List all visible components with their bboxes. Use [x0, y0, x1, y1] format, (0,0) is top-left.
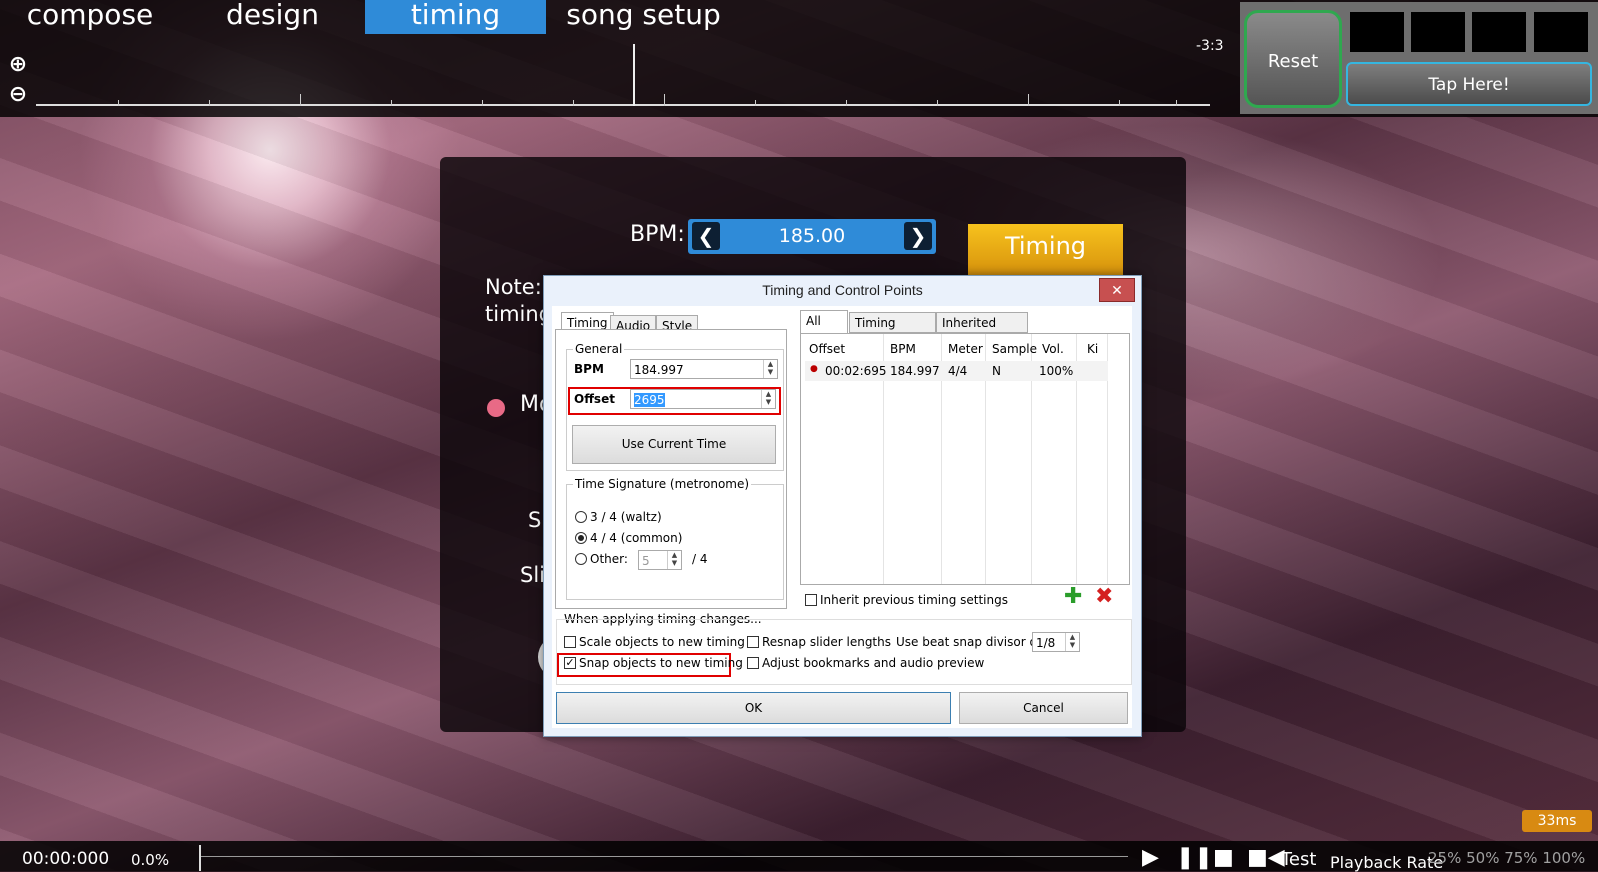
- current-time: 00:00:000: [22, 849, 110, 869]
- add-point-icon[interactable]: ✚: [1064, 586, 1082, 608]
- radio-waltz-label: 3 / 4 (waltz): [590, 510, 662, 524]
- chevron-right-icon[interactable]: ❯: [904, 222, 932, 250]
- radio-waltz[interactable]: [575, 511, 587, 523]
- table-row[interactable]: ● 00:02:695 184.997 4/4 N 100%: [805, 361, 1108, 381]
- radio-common[interactable]: [575, 532, 587, 544]
- tap-indicator-4: [1534, 12, 1588, 52]
- offset-field-label: Offset: [574, 392, 615, 406]
- use-current-time-button[interactable]: Use Current Time: [572, 425, 776, 464]
- dialog-title: Timing and Control Points: [762, 282, 923, 298]
- resnap-label: Resnap slider lengths: [762, 635, 891, 649]
- row-meter: 4/4: [948, 364, 968, 378]
- time-signature-label: Time Signature (metronome): [573, 477, 752, 491]
- latency-badge: 33ms: [1522, 810, 1592, 832]
- beat-snap-spinner-icon[interactable]: ▲ ▼: [1065, 633, 1079, 651]
- tap-indicator-1: [1350, 12, 1404, 52]
- row-bpm: 184.997: [890, 364, 940, 378]
- cancel-button[interactable]: Cancel: [959, 692, 1128, 724]
- note-line-1: Note:: [485, 275, 542, 299]
- close-icon[interactable]: ✕: [1099, 278, 1135, 302]
- beat-snap-field[interactable]: 1/8 ▲ ▼: [1032, 632, 1080, 652]
- resnap-checkbox[interactable]: [747, 636, 759, 648]
- pause-icon[interactable]: ❚❚: [1176, 845, 1213, 870]
- tab-inherited-points[interactable]: Inherited Points: [936, 312, 1028, 350]
- col-offset[interactable]: Offset: [809, 342, 845, 356]
- song-progress-track[interactable]: [200, 856, 1128, 857]
- bpm-stepper[interactable]: ❮ 185.00 ❯: [688, 219, 936, 254]
- test-camera-icon[interactable]: ■◀: [1247, 845, 1285, 870]
- other-meter-suffix: / 4: [692, 552, 708, 566]
- row-offset: 00:02:695: [825, 364, 887, 378]
- note-text: Note: timing: [485, 274, 552, 328]
- delete-point-icon[interactable]: ✖: [1095, 586, 1113, 608]
- chevron-left-icon[interactable]: ❮: [692, 222, 720, 250]
- col-meter[interactable]: Meter: [948, 342, 983, 356]
- time-remaining: -3:3: [1196, 38, 1224, 54]
- other-meter-value: 5: [642, 554, 650, 568]
- scale-objects-checkbox[interactable]: [564, 636, 576, 648]
- ok-button[interactable]: OK: [556, 692, 951, 724]
- bpm-label: BPM:: [630, 222, 685, 247]
- radio-other-label: Other:: [590, 552, 628, 566]
- offset-spinner-icon[interactable]: ▲ ▼: [761, 390, 775, 408]
- beat-snap-label: Use beat snap divisor of: [896, 635, 1042, 649]
- tap-indicator-2: [1411, 12, 1465, 52]
- adjust-bookmarks-checkbox[interactable]: [747, 657, 759, 669]
- tab-design[interactable]: design: [181, 0, 364, 34]
- note-line-2: timing: [485, 302, 552, 326]
- stop-icon[interactable]: ■: [1213, 845, 1234, 870]
- bpm-field[interactable]: 184.997 ▲ ▼: [630, 359, 778, 379]
- timing-setup-button[interactable]: Timing Setup: [968, 224, 1123, 304]
- playback-rate-options[interactable]: 25% 50% 75% 100%: [1428, 849, 1585, 867]
- offset-field[interactable]: 2695 ▲ ▼: [630, 389, 776, 409]
- tab-timing-points[interactable]: Timing Points: [849, 312, 936, 350]
- general-label: General: [573, 342, 625, 356]
- bpm-field-label: BPM: [574, 362, 604, 376]
- metronome-dot-icon: [487, 399, 505, 417]
- scale-objects-label: Scale objects to new timing: [579, 635, 745, 649]
- bpm-field-value: 184.997: [634, 363, 684, 377]
- other-meter-spinner-icon[interactable]: ▲ ▼: [667, 551, 681, 569]
- slider-label-2: Sli: [520, 563, 545, 587]
- row-volume: 100%: [1039, 364, 1074, 378]
- inherit-checkbox[interactable]: [805, 594, 817, 606]
- timing-points-list: Offset BPM Meter Sample Vol. Ki ● 00:02:…: [800, 333, 1130, 585]
- zoom-in-icon[interactable]: ⊕: [6, 54, 30, 78]
- tab-song-setup[interactable]: song setup: [547, 0, 740, 34]
- progress-percent: 0.0%: [131, 851, 170, 869]
- col-volume[interactable]: Vol.: [1042, 342, 1064, 356]
- tab-compose[interactable]: compose: [0, 0, 180, 34]
- row-marker-icon: ●: [810, 364, 818, 374]
- adjust-bookmarks-label: Adjust bookmarks and audio preview: [762, 656, 985, 670]
- test-button[interactable]: Test: [1281, 849, 1316, 870]
- bpm-spinner-icon[interactable]: ▲ ▼: [763, 360, 777, 378]
- tab-timing[interactable]: timing: [365, 0, 546, 34]
- playback-rate-label: Playback Rate: [1330, 853, 1444, 872]
- bpm-value: 185.00: [778, 225, 846, 247]
- inherit-label: Inherit previous timing settings: [820, 593, 1008, 607]
- tap-here-button[interactable]: Tap Here!: [1346, 62, 1592, 106]
- col-sample[interactable]: Sample: [992, 342, 1037, 356]
- zoom-out-icon[interactable]: ⊖: [6, 84, 30, 108]
- tap-indicator-3: [1472, 12, 1526, 52]
- play-icon[interactable]: ▶: [1142, 845, 1159, 870]
- reset-button[interactable]: Reset: [1244, 10, 1342, 108]
- tab-all[interactable]: All: [800, 310, 848, 334]
- timeline-playhead[interactable]: [633, 44, 635, 106]
- other-meter-field[interactable]: 5 ▲ ▼: [638, 550, 682, 570]
- radio-other[interactable]: [575, 553, 587, 565]
- row-sample: N: [992, 364, 1001, 378]
- offset-field-value: 2695: [634, 393, 665, 407]
- timeline-ruler[interactable]: [36, 94, 1210, 106]
- snap-objects-label: Snap objects to new timing: [579, 656, 743, 670]
- col-kiai[interactable]: Ki: [1087, 342, 1098, 356]
- song-progress-marker[interactable]: [199, 845, 201, 871]
- radio-common-label: 4 / 4 (common): [590, 531, 683, 545]
- beat-snap-value: 1/8: [1036, 636, 1056, 650]
- snap-objects-checkbox[interactable]: ✓: [564, 657, 576, 669]
- col-bpm[interactable]: BPM: [890, 342, 916, 356]
